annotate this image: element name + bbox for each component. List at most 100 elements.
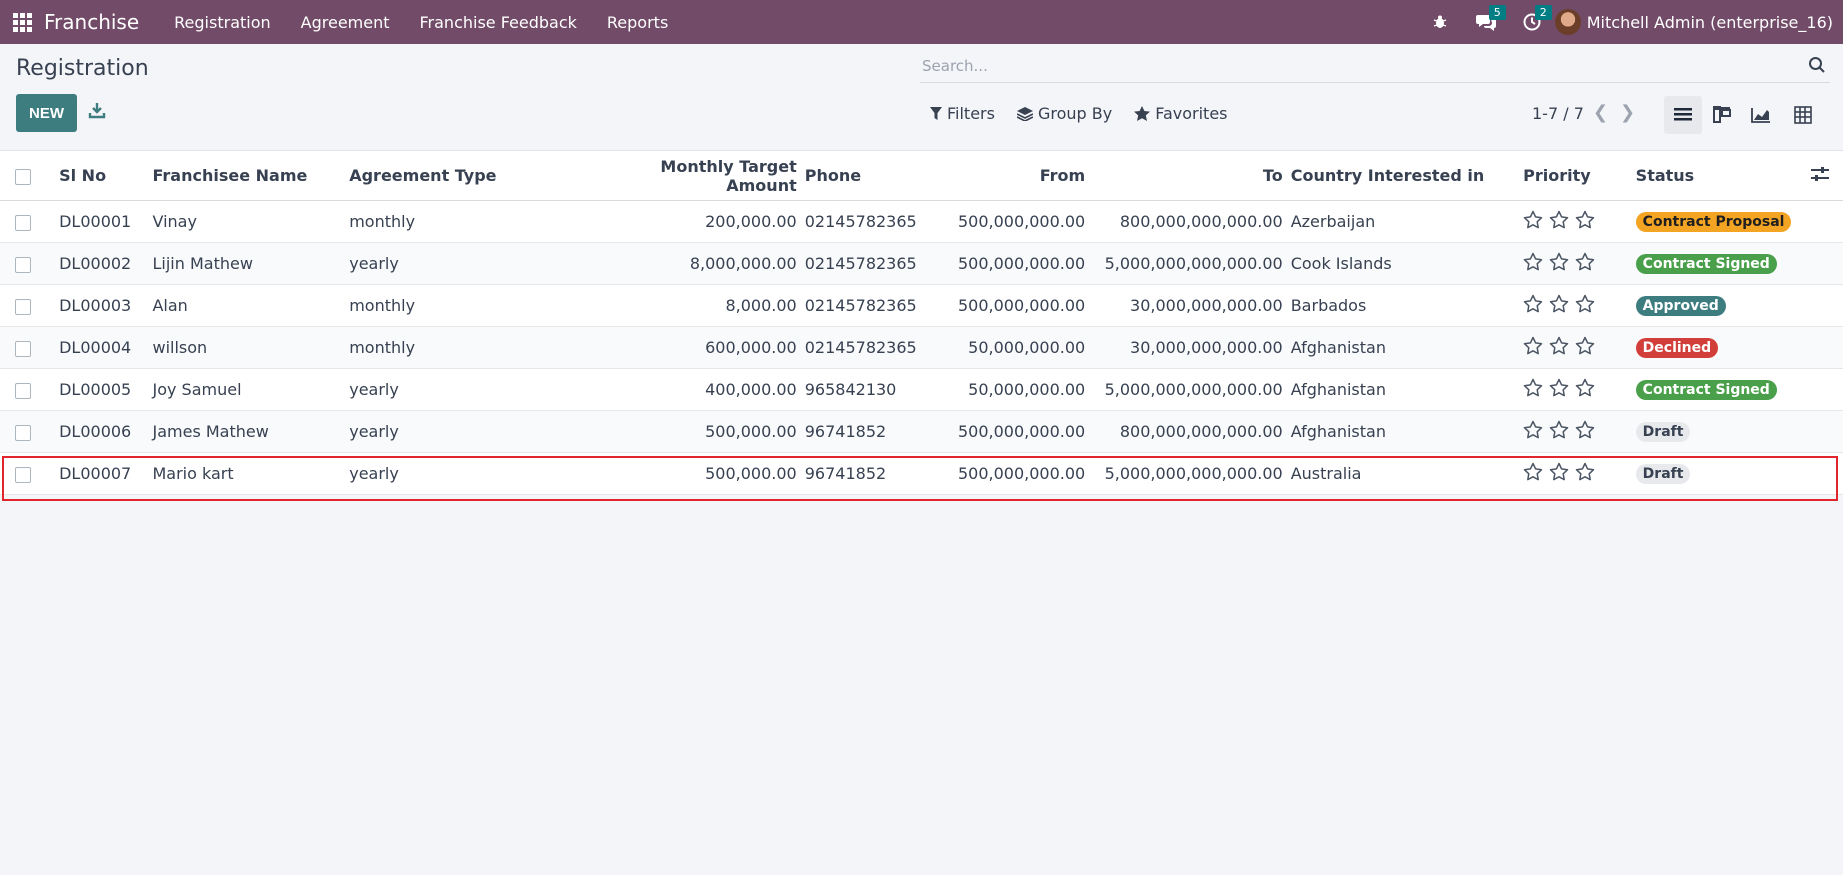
cell-sl-no[interactable]: DL00007 [55, 452, 149, 495]
col-priority[interactable]: Priority [1519, 150, 1632, 201]
cell-franchisee-name[interactable]: Vinay [148, 200, 346, 243]
cell-agreement-type[interactable]: yearly [345, 368, 597, 411]
priority-star-icon[interactable] [1549, 294, 1569, 317]
pager-value[interactable]: 1-7 / 7 [1532, 104, 1584, 123]
table-row[interactable]: DL00001 Vinay monthly 200,000.00 02145782365… [0, 200, 1843, 243]
priority-star-icon[interactable] [1523, 210, 1543, 233]
cell-status[interactable]: Declined [1631, 326, 1796, 369]
cell-sl-no[interactable]: DL00004 [55, 326, 149, 369]
user-menu[interactable]: Mitchell Admin (enterprise_16) [1587, 13, 1833, 32]
cell-monthly-target-amount[interactable]: 8,000.00 [596, 284, 801, 327]
cell-franchisee-name[interactable]: Joy Samuel [148, 368, 346, 411]
priority-star-icon[interactable] [1549, 420, 1569, 443]
priority-star-icon[interactable] [1575, 462, 1595, 485]
cell-franchisee-name[interactable]: Mario kart [148, 452, 346, 495]
cell-country[interactable]: Azerbaijan [1286, 200, 1520, 243]
priority-star-icon[interactable] [1549, 210, 1569, 233]
cell-country[interactable]: Australia [1286, 452, 1520, 495]
priority-star-icon[interactable] [1575, 378, 1595, 401]
col-franchisee-name[interactable]: Franchisee Name [148, 150, 346, 201]
pivot-view-icon[interactable] [1784, 96, 1822, 134]
cell-sl-no[interactable]: DL00006 [55, 410, 149, 453]
cell-monthly-target-amount[interactable]: 200,000.00 [596, 200, 801, 243]
row-checkbox[interactable] [15, 424, 31, 441]
priority-star-icon[interactable] [1575, 294, 1595, 317]
list-view-icon[interactable] [1664, 96, 1702, 134]
priority-star-icon[interactable] [1575, 210, 1595, 233]
cell-monthly-target-amount[interactable]: 400,000.00 [596, 368, 801, 411]
row-checkbox[interactable] [15, 340, 31, 357]
graph-view-icon[interactable] [1742, 96, 1780, 134]
cell-status[interactable]: Draft [1631, 452, 1796, 495]
table-row[interactable]: DL00006 James Mathew yearly 500,000.00 96741… [0, 410, 1843, 453]
cell-to[interactable]: 800,000,000,000.00 [1089, 200, 1287, 243]
cell-phone[interactable]: 965842130 [800, 368, 921, 411]
priority-star-icon[interactable] [1575, 252, 1595, 275]
cell-status[interactable]: Contract Signed [1631, 242, 1796, 285]
priority-star-icon[interactable] [1549, 252, 1569, 275]
cell-agreement-type[interactable]: monthly [345, 200, 597, 243]
cell-to[interactable]: 5,000,000,000,000.00 [1089, 368, 1287, 411]
col-sl-no[interactable]: Sl No [55, 150, 149, 201]
select-all-checkbox[interactable] [15, 168, 31, 185]
pager-previous-icon[interactable]: ❮ [1593, 102, 1608, 123]
cell-sl-no[interactable]: DL00002 [55, 242, 149, 285]
cell-phone[interactable]: 02145782365 [800, 284, 921, 327]
priority-star-icon[interactable] [1549, 462, 1569, 485]
search-input[interactable] [920, 52, 1784, 80]
table-row[interactable]: DL00003 Alan monthly 8,000.00 02145782365 500… [0, 284, 1843, 327]
cell-country[interactable]: Barbados [1286, 284, 1520, 327]
messages-icon[interactable]: 5 [1475, 5, 1506, 33]
priority-star-icon[interactable] [1575, 336, 1595, 359]
priority-star-icon[interactable] [1549, 336, 1569, 359]
priority-star-icon[interactable] [1549, 378, 1569, 401]
cell-phone[interactable]: 02145782365 [800, 200, 921, 243]
search-icon[interactable] [1808, 56, 1828, 76]
menu-agreement[interactable]: Agreement [301, 13, 390, 32]
favorites-button[interactable]: Favorites [1134, 104, 1228, 123]
col-from[interactable]: From [920, 150, 1090, 201]
col-agreement-type[interactable]: Agreement Type [345, 150, 597, 201]
cell-to[interactable]: 30,000,000,000.00 [1089, 326, 1287, 369]
col-to[interactable]: To [1089, 150, 1287, 201]
cell-to[interactable]: 5,000,000,000,000.00 [1089, 452, 1287, 495]
priority-star-icon[interactable] [1575, 420, 1595, 443]
menu-franchise-feedback[interactable]: Franchise Feedback [420, 13, 577, 32]
priority-star-icon[interactable] [1523, 420, 1543, 443]
cell-franchisee-name[interactable]: willson [148, 326, 346, 369]
col-country-interested-in[interactable]: Country Interested in [1286, 150, 1520, 201]
menu-reports[interactable]: Reports [607, 13, 668, 32]
cell-status[interactable]: Approved [1631, 284, 1796, 327]
cell-sl-no[interactable]: DL00001 [55, 200, 149, 243]
cell-to[interactable]: 30,000,000,000.00 [1089, 284, 1287, 327]
priority-star-icon[interactable] [1523, 462, 1543, 485]
cell-from[interactable]: 500,000,000.00 [920, 284, 1090, 327]
cell-phone[interactable]: 96741852 [800, 410, 921, 453]
activities-clock-icon[interactable]: 2 [1521, 5, 1552, 33]
table-row[interactable]: DL00004 willson monthly 600,000.00 021457823… [0, 326, 1843, 369]
cell-country[interactable]: Afghanistan [1286, 326, 1520, 369]
table-row[interactable]: DL00007 Mario kart yearly 500,000.00 9674185… [0, 452, 1843, 495]
cell-to[interactable]: 800,000,000,000.00 [1089, 410, 1287, 453]
menu-registration[interactable]: Registration [174, 13, 270, 32]
cell-from[interactable]: 50,000,000.00 [920, 368, 1090, 411]
cell-monthly-target-amount[interactable]: 600,000.00 [596, 326, 801, 369]
cell-from[interactable]: 50,000,000.00 [920, 326, 1090, 369]
optional-columns-toggle[interactable] [1795, 150, 1843, 201]
cell-monthly-target-amount[interactable]: 500,000.00 [596, 410, 801, 453]
cell-country[interactable]: Cook Islands [1286, 242, 1520, 285]
priority-star-icon[interactable] [1523, 336, 1543, 359]
bug-icon[interactable] [1429, 11, 1451, 33]
cell-from[interactable]: 500,000,000.00 [920, 242, 1090, 285]
table-row[interactable]: DL00002 Lijin Mathew yearly 8,000,000.00 021… [0, 242, 1843, 285]
cell-phone[interactable]: 02145782365 [800, 242, 921, 285]
download-icon[interactable] [88, 101, 108, 121]
cell-agreement-type[interactable]: yearly [345, 452, 597, 495]
row-checkbox[interactable] [15, 298, 31, 315]
cell-status[interactable]: Contract Signed [1631, 368, 1796, 411]
user-avatar[interactable] [1554, 9, 1581, 35]
cell-monthly-target-amount[interactable]: 8,000,000.00 [596, 242, 801, 285]
cell-phone[interactable]: 96741852 [800, 452, 921, 495]
cell-status[interactable]: Contract Proposal [1631, 200, 1796, 243]
cell-franchisee-name[interactable]: Alan [148, 284, 346, 327]
